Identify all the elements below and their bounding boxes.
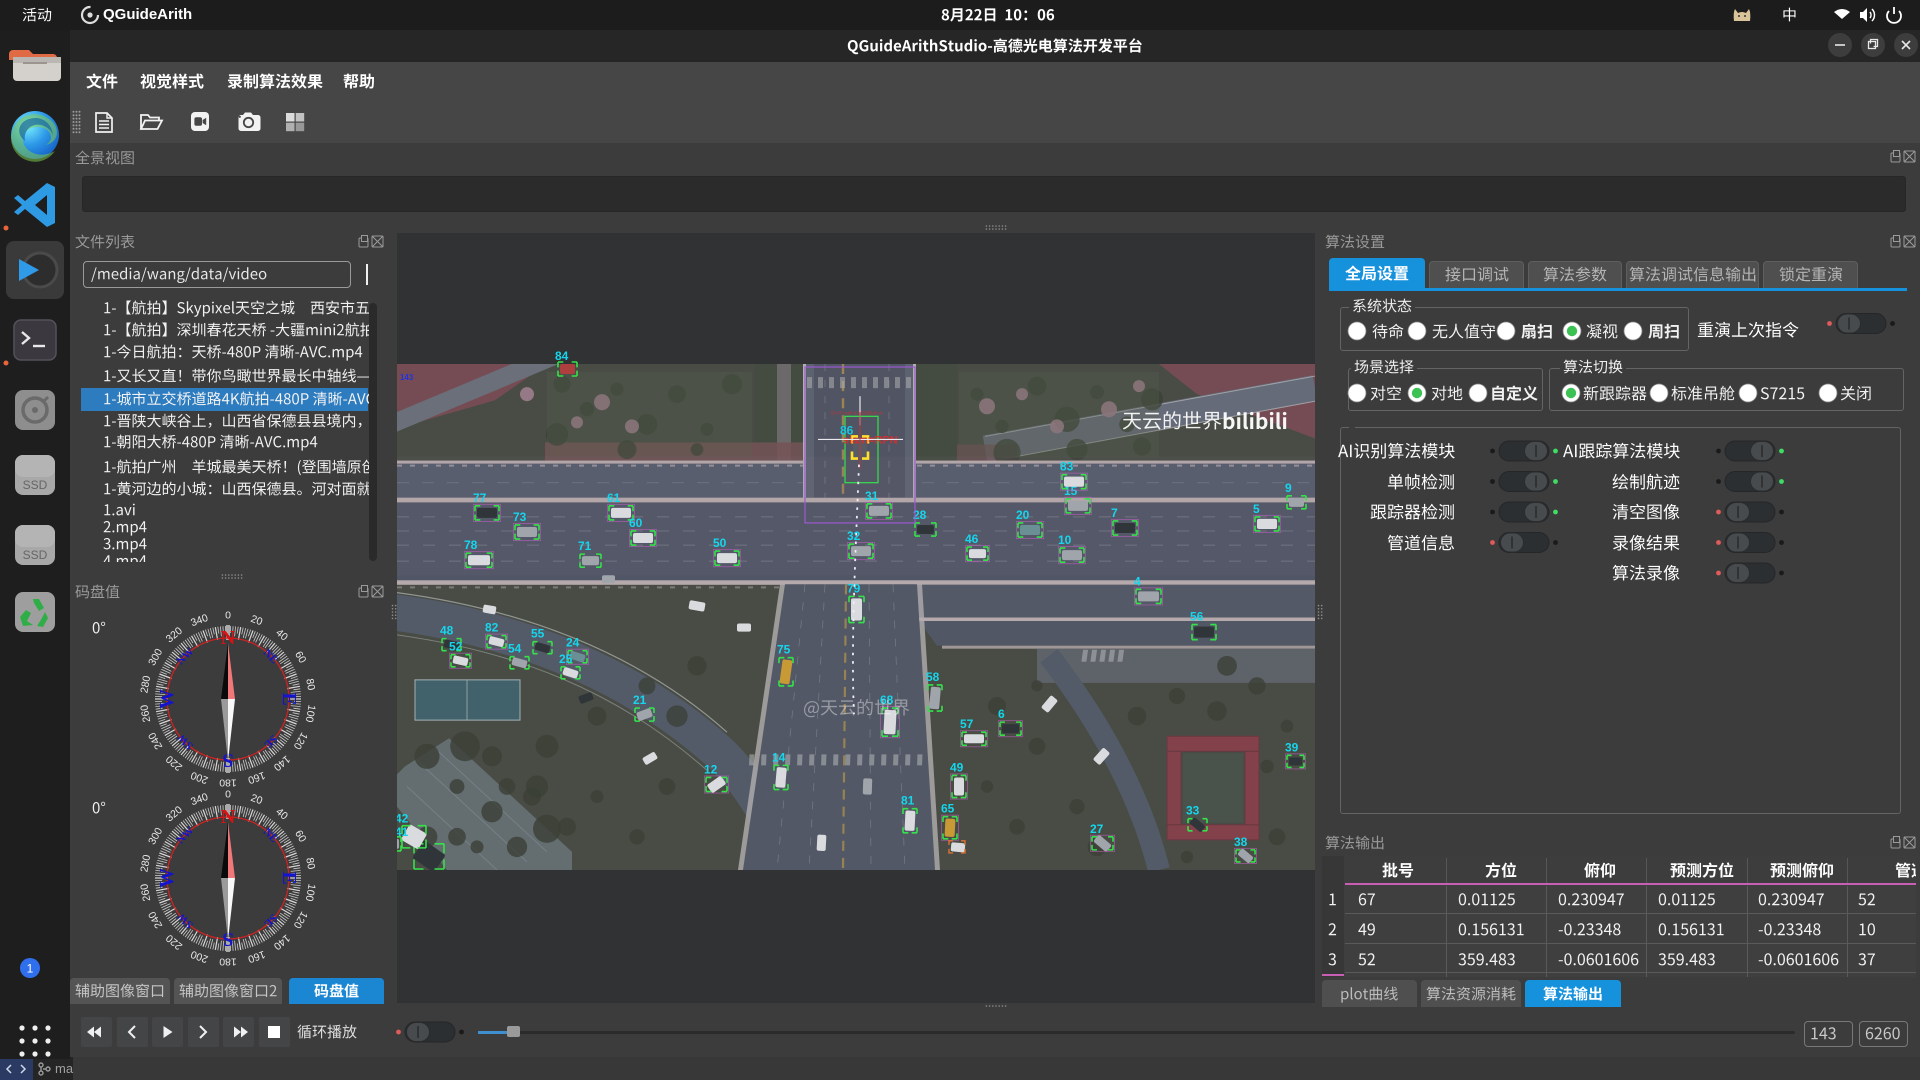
svg-text:E: E [278,692,300,705]
svg-text:180: 180 [219,956,237,968]
svg-text:200: 200 [189,769,210,786]
svg-text:280: 280 [138,854,153,873]
svg-text:280: 280 [138,675,153,694]
svg-text:220: 220 [164,753,185,774]
svg-text:260: 260 [138,704,153,723]
svg-text:140: 140 [271,753,292,774]
svg-text:80: 80 [303,678,317,692]
svg-text:200: 200 [189,948,210,965]
svg-text:60: 60 [292,649,308,665]
svg-text:60: 60 [292,828,308,844]
svg-text:SSD: SSD [23,478,48,492]
svg-text:100: 100 [303,883,318,902]
svg-text:40: 40 [273,627,290,644]
svg-text:160: 160 [246,769,267,786]
svg-text:240: 240 [146,909,165,930]
svg-text:20: 20 [249,613,264,628]
svg-text:320: 320 [164,804,185,825]
svg-text:340: 340 [189,612,210,629]
svg-text:1: 1 [27,962,34,976]
svg-text:300: 300 [146,826,165,847]
svg-text:260: 260 [138,883,153,902]
svg-text:180: 180 [219,777,237,789]
svg-text:84: 84 [555,349,569,363]
svg-text:160: 160 [246,948,267,965]
svg-text:0: 0 [225,789,231,801]
svg-text:W: W [156,689,178,709]
svg-text:0: 0 [225,610,231,622]
svg-text:20: 20 [249,792,264,807]
svg-text:140: 140 [271,932,292,953]
svg-text:W: W [156,868,178,888]
svg-text:120: 120 [291,730,310,751]
svg-text:120: 120 [291,909,310,930]
svg-text:SSD: SSD [23,548,48,562]
svg-text:220: 220 [164,932,185,953]
svg-text:100: 100 [303,704,318,723]
svg-text:E: E [278,871,300,884]
svg-text:240: 240 [146,730,165,751]
svg-text:320: 320 [164,625,185,646]
svg-text:300: 300 [146,647,165,668]
svg-text:340: 340 [189,791,210,808]
svg-text:40: 40 [273,806,290,823]
svg-text:80: 80 [303,857,317,871]
